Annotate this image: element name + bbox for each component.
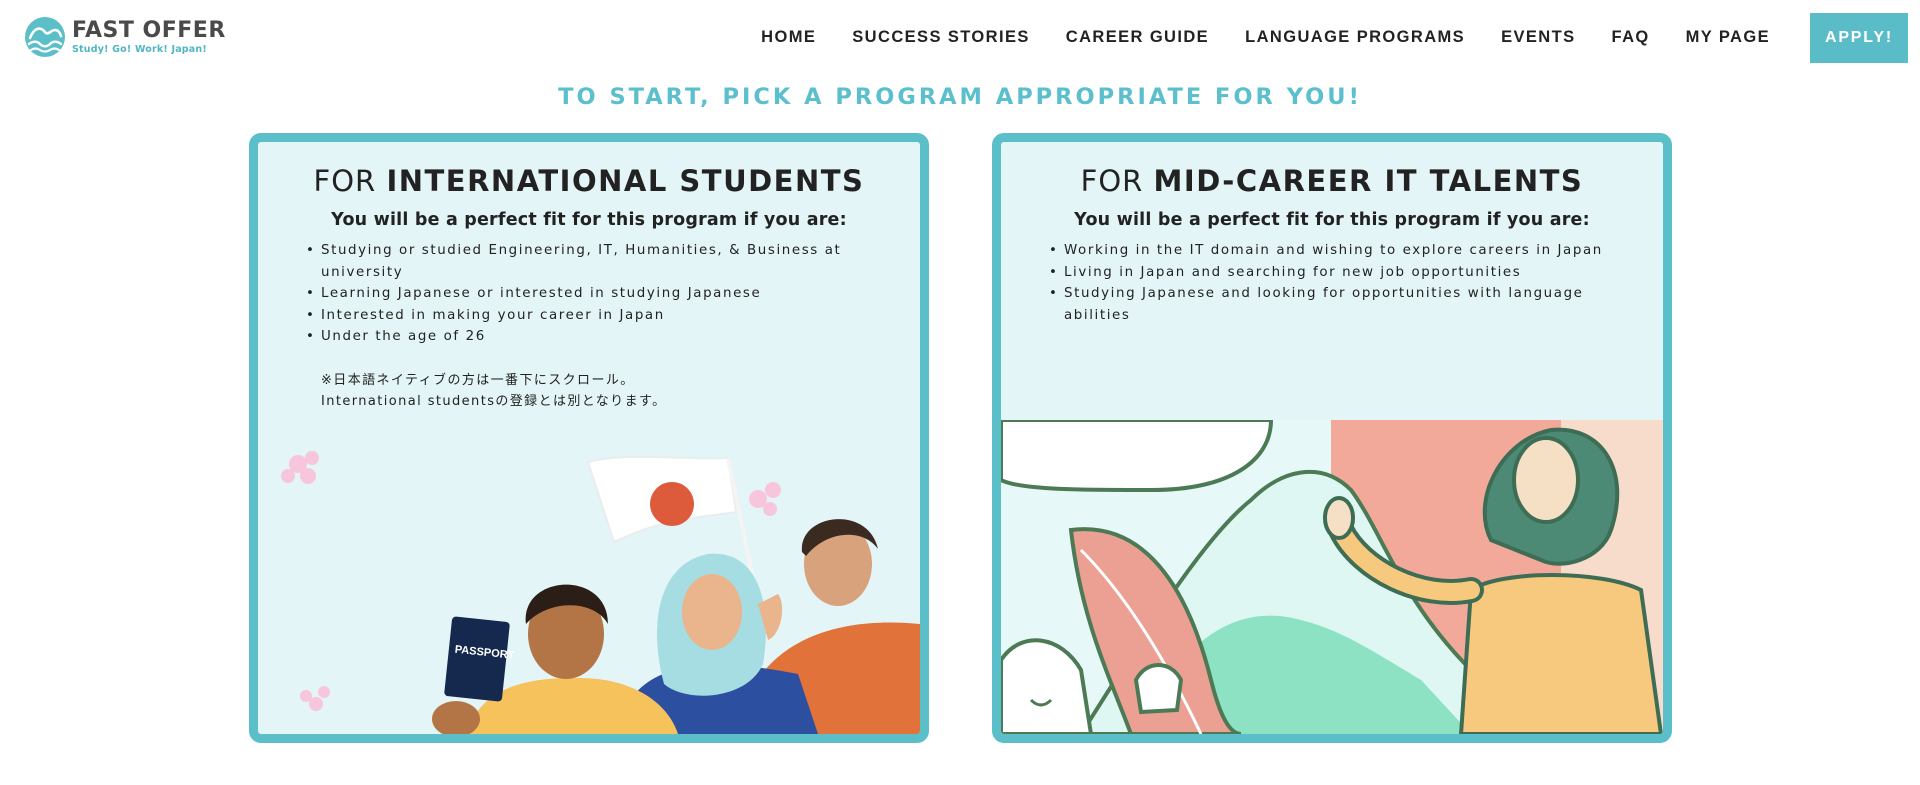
criteria-list: Studying or studied Engineering, IT, Hum…	[258, 240, 920, 348]
program-card-international-students[interactable]: FOR INTERNATIONAL STUDENTS You will be a…	[249, 133, 929, 743]
site-header: FAST OFFER Study! Go! Work! Japan! HOME …	[0, 0, 1920, 76]
card-title: FOR INTERNATIONAL STUDENTS	[258, 164, 920, 198]
nav-success-stories[interactable]: SUCCESS STORIES	[852, 28, 1029, 47]
criteria-item: Studying Japanese and looking for opport…	[1049, 283, 1613, 326]
criteria-item: Living in Japan and searching for new jo…	[1049, 262, 1613, 284]
nav-career-guide[interactable]: CAREER GUIDE	[1066, 28, 1209, 47]
brand-logo[interactable]: FAST OFFER Study! Go! Work! Japan!	[24, 16, 226, 58]
card-title: FOR MID-CAREER IT TALENTS	[1001, 164, 1663, 198]
criteria-item: Learning Japanese or interested in study…	[306, 283, 870, 305]
card-title-main: MID-CAREER IT TALENTS	[1153, 164, 1584, 198]
criteria-list: Working in the IT domain and wishing to …	[1001, 240, 1663, 326]
criteria-item: Under the age of 26	[306, 326, 870, 348]
criteria-item: Interested in making your career in Japa…	[306, 305, 870, 327]
brand-name: FAST OFFER	[72, 18, 226, 43]
card-title-main: INTERNATIONAL STUDENTS	[386, 164, 865, 198]
japanese-note: ※日本語ネイティブの方は一番下にスクロール。 International stu…	[321, 370, 920, 413]
nav-faq[interactable]: FAQ	[1612, 28, 1650, 47]
nav-home[interactable]: HOME	[761, 28, 816, 47]
brand-tagline: Study! Go! Work! Japan!	[72, 44, 207, 55]
nav-my-page[interactable]: MY PAGE	[1686, 28, 1770, 47]
criteria-item: Studying or studied Engineering, IT, Hum…	[306, 240, 870, 283]
apply-button[interactable]: APPLY!	[1810, 13, 1908, 63]
mid-career-illustration	[1001, 420, 1663, 734]
criteria-item: Working in the IT domain and wishing to …	[1049, 240, 1613, 262]
nav-events[interactable]: EVENTS	[1501, 28, 1575, 47]
note-line: International studentsの登録とは別となります。	[321, 394, 667, 409]
nav-language-programs[interactable]: LANGUAGE PROGRAMS	[1245, 28, 1465, 47]
card-fit-text: You will be a perfect fit for this progr…	[331, 210, 847, 230]
card-fit-text: You will be a perfect fit for this progr…	[1074, 210, 1590, 230]
page-headline: TO START, PICK A PROGRAM APPROPRIATE FOR…	[558, 84, 1362, 110]
main-nav: HOME SUCCESS STORIES CAREER GUIDE LANGUA…	[725, 28, 1770, 47]
note-line: ※日本語ネイティブの方は一番下にスクロール。	[321, 372, 635, 388]
wave-logo-icon	[25, 17, 65, 57]
card-title-prefix: FOR	[313, 164, 377, 198]
card-title-prefix: FOR	[1080, 164, 1144, 198]
international-students-illustration: PASSPORT	[281, 451, 920, 734]
program-card-mid-career-it[interactable]: FOR MID-CAREER IT TALENTS You will be a …	[992, 133, 1672, 743]
